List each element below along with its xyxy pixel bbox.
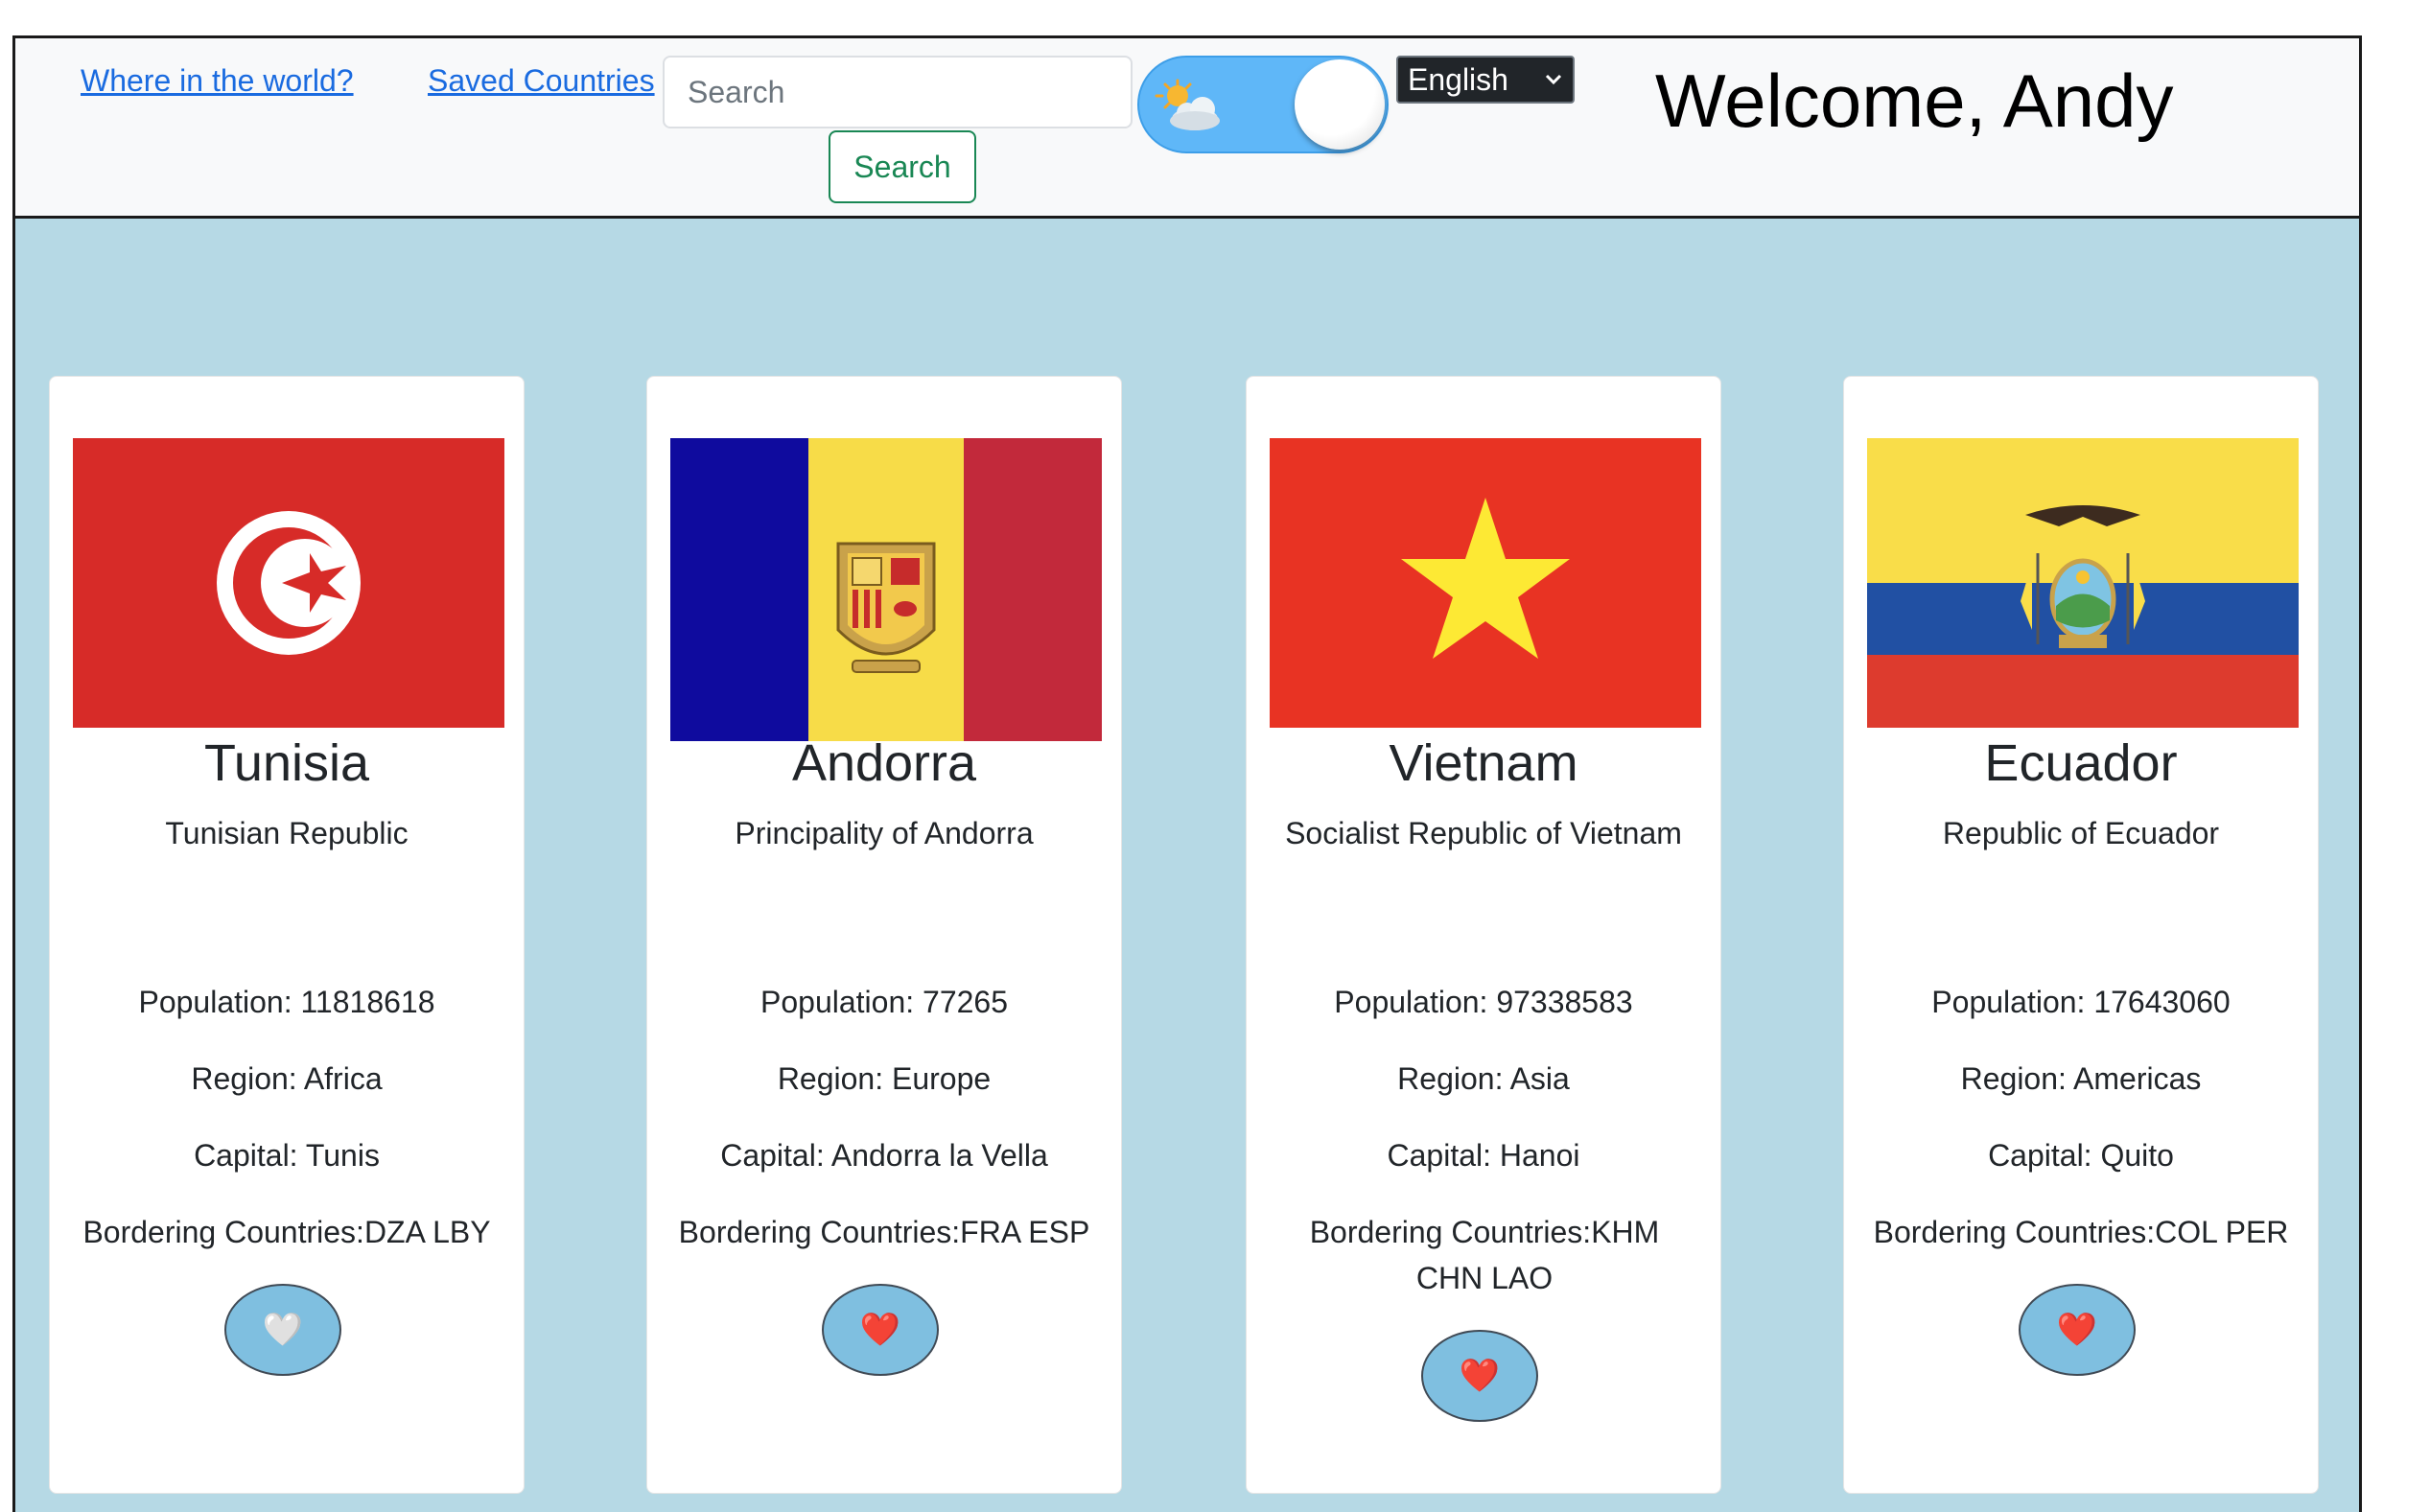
- country-name: Andorra: [791, 734, 977, 792]
- country-population: Population: 11818618: [138, 985, 435, 1019]
- vietnam-flag: [1270, 438, 1701, 728]
- country-region: Region: Asia: [1397, 1061, 1570, 1096]
- search-button[interactable]: Search: [829, 130, 976, 203]
- theme-toggle[interactable]: [1137, 56, 1389, 153]
- country-official-name: Principality of Andorra: [735, 816, 1034, 850]
- country-region: Region: Africa: [191, 1061, 383, 1096]
- country-card: Tunisia Tunisian Republic Population: 11…: [49, 376, 525, 1494]
- search-input[interactable]: [663, 56, 1133, 128]
- country-capital: Capital: Hanoi: [1387, 1138, 1580, 1173]
- country-population: Population: 97338583: [1334, 985, 1633, 1019]
- red-heart-icon: ❤️: [859, 1312, 901, 1348]
- country-population: Population: 17643060: [1931, 985, 2231, 1019]
- sun-behind-cloud-icon: [1155, 79, 1220, 130]
- country-official-name: Socialist Republic of Vietnam: [1285, 816, 1682, 850]
- language-select-value: English: [1408, 61, 1508, 97]
- country-capital: Capital: Quito: [1988, 1138, 2174, 1173]
- favorite-button[interactable]: 🤍: [224, 1284, 341, 1376]
- app-frame: Where in the world? Saved Countries Sear…: [12, 35, 2362, 1512]
- red-heart-icon: ❤️: [2056, 1312, 2098, 1348]
- country-borders: Bordering Countries:DZA LBY: [82, 1215, 491, 1249]
- country-name: Ecuador: [1984, 734, 2178, 792]
- country-name: Vietnam: [1389, 734, 1578, 792]
- ecuador-flag: [1867, 438, 2299, 728]
- country-name: Tunisia: [203, 734, 370, 792]
- country-official-name: Tunisian Republic: [165, 816, 409, 850]
- language-select[interactable]: English: [1396, 56, 1575, 104]
- country-borders: Bordering Countries:KHM CHN LAO: [1309, 1215, 1660, 1295]
- country-capital: Capital: Andorra la Vella: [720, 1138, 1048, 1173]
- favorite-button[interactable]: ❤️: [1421, 1330, 1538, 1422]
- toggle-knob[interactable]: [1295, 59, 1385, 150]
- country-card: Vietnam Socialist Republic of Vietnam Po…: [1246, 376, 1721, 1494]
- country-region: Region: Europe: [777, 1061, 992, 1096]
- country-capital: Capital: Tunis: [194, 1138, 380, 1173]
- navbar: Where in the world? Saved Countries Sear…: [15, 38, 2359, 219]
- country-borders: Bordering Countries:COL PER: [1873, 1215, 2289, 1249]
- country-card: Andorra Principality of Andorra Populati…: [646, 376, 1122, 1494]
- country-official-name: Republic of Ecuador: [1942, 816, 2220, 850]
- tunisia-flag: [73, 438, 504, 728]
- red-heart-icon: ❤️: [1459, 1358, 1501, 1394]
- country-card: Ecuador Republic of Ecuador Population: …: [1843, 376, 2319, 1494]
- country-borders: Bordering Countries:FRA ESP: [678, 1215, 1090, 1249]
- favorite-button[interactable]: ❤️: [822, 1284, 939, 1376]
- chevron-down-icon: [1545, 74, 1562, 85]
- country-region: Region: Americas: [1960, 1061, 2202, 1096]
- favorite-button[interactable]: ❤️: [2019, 1284, 2136, 1376]
- andorra-flag: [670, 438, 1102, 741]
- country-population: Population: 77265: [760, 985, 1008, 1019]
- white-heart-icon: 🤍: [262, 1312, 304, 1348]
- nav-link-where-in-the-world[interactable]: Where in the world?: [81, 63, 354, 99]
- nav-link-saved-countries[interactable]: Saved Countries: [428, 63, 655, 99]
- welcome-message: Welcome, Andy: [1655, 58, 2174, 143]
